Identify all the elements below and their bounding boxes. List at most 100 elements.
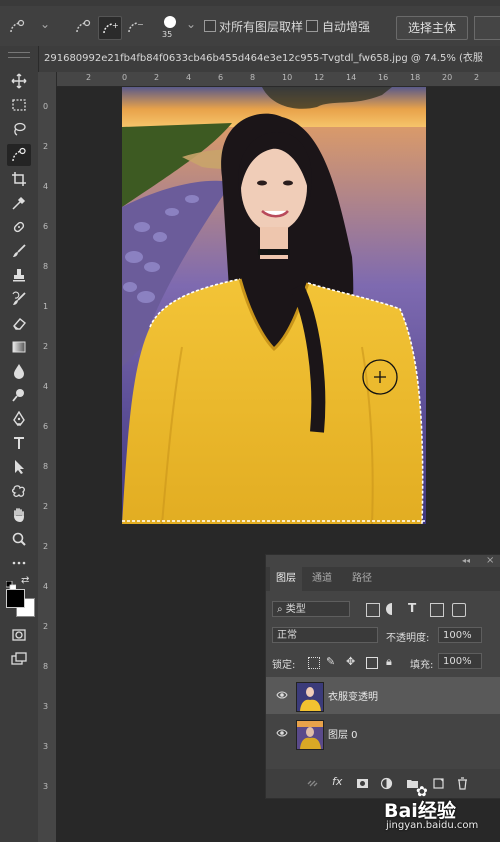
tab-paths[interactable]: 路径 — [346, 567, 378, 591]
ruler-number: 3 — [43, 782, 49, 791]
layer-row[interactable]: 图层 0 — [266, 715, 500, 752]
ruler-number: 0 — [122, 73, 128, 82]
baidu-watermark: ✿ Bai经验 jingyan.baidu.com — [384, 782, 494, 834]
layer-name: 衣服变透明 — [328, 692, 378, 703]
filter-adjustment-icon[interactable] — [386, 603, 398, 615]
ruler-number: 18 — [410, 73, 421, 82]
toolbar-grip[interactable] — [8, 52, 30, 58]
filter-type-icon[interactable]: T — [408, 601, 416, 615]
link-layers-icon[interactable] — [306, 777, 319, 790]
ruler-number: 2 — [43, 142, 49, 151]
options-bar: ⌄ + − 35 ⌄ 对所有图层取样 自动增强 选择主体 — [0, 6, 500, 47]
default-colors-icon[interactable] — [5, 576, 17, 592]
ruler-number: 3 — [43, 702, 49, 711]
add-mask-icon[interactable] — [356, 777, 369, 790]
quick-mask-icon[interactable] — [7, 624, 31, 646]
filter-shape-icon[interactable] — [430, 603, 444, 617]
collapse-panel-icon[interactable]: ◂◂ — [462, 556, 470, 565]
document-tab-bar: 291680992e21fb4fb84f0633cb46b455d464e3e1… — [38, 46, 500, 72]
foreground-color-swatch[interactable] — [6, 589, 25, 608]
pen-tool-icon[interactable] — [7, 408, 31, 430]
dodge-tool-icon[interactable] — [7, 384, 31, 406]
quick-selection-preset-icon[interactable] — [6, 16, 28, 38]
close-panel-icon[interactable]: × — [486, 555, 494, 566]
ruler-number: 6 — [43, 422, 49, 431]
auto-enhance-checkbox[interactable] — [306, 20, 318, 32]
ruler-number: 8 — [43, 662, 49, 671]
fill-field[interactable]: 100% — [438, 653, 482, 669]
lock-all-icon[interactable]: 🔒︎ — [386, 655, 392, 669]
quick-selection-tool-icon[interactable] — [7, 144, 31, 166]
layer-row[interactable]: 衣服变透明 — [266, 677, 500, 714]
ruler-number: 20 — [442, 73, 453, 82]
layer-style-icon[interactable]: fx — [332, 775, 342, 788]
type-tool-icon[interactable] — [7, 432, 31, 454]
ruler-number: 2 — [43, 502, 49, 511]
ruler-number: 4 — [43, 582, 49, 591]
clone-stamp-tool-icon[interactable] — [7, 264, 31, 286]
healing-brush-tool-icon[interactable] — [7, 216, 31, 238]
blur-tool-icon[interactable] — [7, 360, 31, 382]
document-tab[interactable]: 291680992e21fb4fb84f0633cb46b455d464e3e1… — [38, 46, 500, 72]
ruler-number: 2 — [474, 73, 480, 82]
subtract-from-selection-icon[interactable]: − — [124, 16, 146, 38]
zoom-tool-icon[interactable] — [7, 528, 31, 550]
document-image[interactable] — [122, 87, 426, 524]
filter-search-icon: ⌕ — [277, 604, 286, 615]
vertical-ruler: 0 2 4 6 8 1 2 4 6 8 2 2 4 2 8 3 3 3 — [38, 72, 57, 842]
tab-layers[interactable]: 图层 — [270, 567, 302, 591]
opacity-label: 不透明度: — [386, 633, 430, 644]
lock-position-icon[interactable]: ✥ — [346, 655, 355, 668]
hand-tool-icon[interactable] — [7, 504, 31, 526]
ruler-number: 2 — [43, 342, 49, 351]
swap-colors-icon[interactable]: ⇄ — [21, 575, 29, 586]
layer-filter-dropdown[interactable]: ⌕ 类型 — [272, 601, 350, 617]
svg-text:−: − — [137, 20, 144, 29]
brush-size-picker[interactable]: 35 — [160, 14, 180, 44]
marquee-tool-icon[interactable] — [7, 94, 31, 116]
ruler-number: 14 — [346, 73, 357, 82]
lock-transparent-icon[interactable] — [308, 657, 320, 669]
sample-all-layers-checkbox[interactable] — [204, 20, 216, 32]
lock-image-icon[interactable]: ✎ — [326, 655, 335, 668]
ruler-number: 4 — [43, 382, 49, 391]
brush-chevron-icon[interactable]: ⌄ — [186, 17, 196, 31]
opacity-field[interactable]: 100% — [438, 627, 482, 643]
eraser-tool-icon[interactable] — [7, 312, 31, 334]
sample-all-layers-label: 对所有图层取样 — [219, 20, 304, 34]
ruler-number: 8 — [43, 462, 49, 471]
filter-kind-label: 类型 — [285, 604, 306, 615]
add-to-selection-icon[interactable]: + — [98, 16, 122, 40]
visibility-eye-icon[interactable] — [276, 727, 288, 739]
new-selection-icon[interactable] — [72, 16, 94, 38]
ruler-number: 2 — [43, 622, 49, 631]
path-selection-tool-icon[interactable] — [7, 456, 31, 478]
filter-smart-object-icon[interactable] — [452, 603, 466, 617]
gradient-tool-icon[interactable] — [7, 336, 31, 358]
horizontal-ruler: 2 0 2 4 6 8 10 12 14 16 18 20 2 — [56, 72, 500, 87]
custom-shape-tool-icon[interactable] — [7, 480, 31, 502]
eyedropper-tool-icon[interactable] — [7, 192, 31, 214]
select-and-mask-button[interactable] — [474, 16, 500, 40]
brush-tool-icon[interactable] — [7, 240, 31, 262]
move-tool-icon[interactable] — [7, 70, 31, 92]
crop-tool-icon[interactable] — [7, 168, 31, 190]
tab-channels[interactable]: 通道 — [306, 567, 338, 591]
lock-artboard-icon[interactable] — [366, 657, 378, 669]
brush-size-value: 35 — [162, 30, 173, 39]
screen-mode-icon[interactable] — [7, 648, 31, 670]
preset-chevron-icon[interactable]: ⌄ — [40, 17, 50, 31]
brush-tip-icon — [164, 16, 176, 28]
more-tools-icon[interactable] — [7, 552, 31, 574]
ruler-number: 6 — [43, 222, 49, 231]
select-subject-button[interactable]: 选择主体 — [396, 16, 468, 40]
layers-tab-bar: 图层 通道 路径 — [266, 567, 500, 591]
blend-mode-dropdown[interactable]: 正常 — [272, 627, 378, 643]
lasso-tool-icon[interactable] — [7, 118, 31, 140]
history-brush-tool-icon[interactable] — [7, 288, 31, 310]
layer-thumbnail — [296, 682, 324, 712]
filter-pixel-icon[interactable] — [366, 603, 380, 617]
auto-enhance-label: 自动增强 — [322, 20, 371, 34]
ruler-number: 4 — [43, 182, 49, 191]
visibility-eye-icon[interactable] — [276, 689, 288, 701]
